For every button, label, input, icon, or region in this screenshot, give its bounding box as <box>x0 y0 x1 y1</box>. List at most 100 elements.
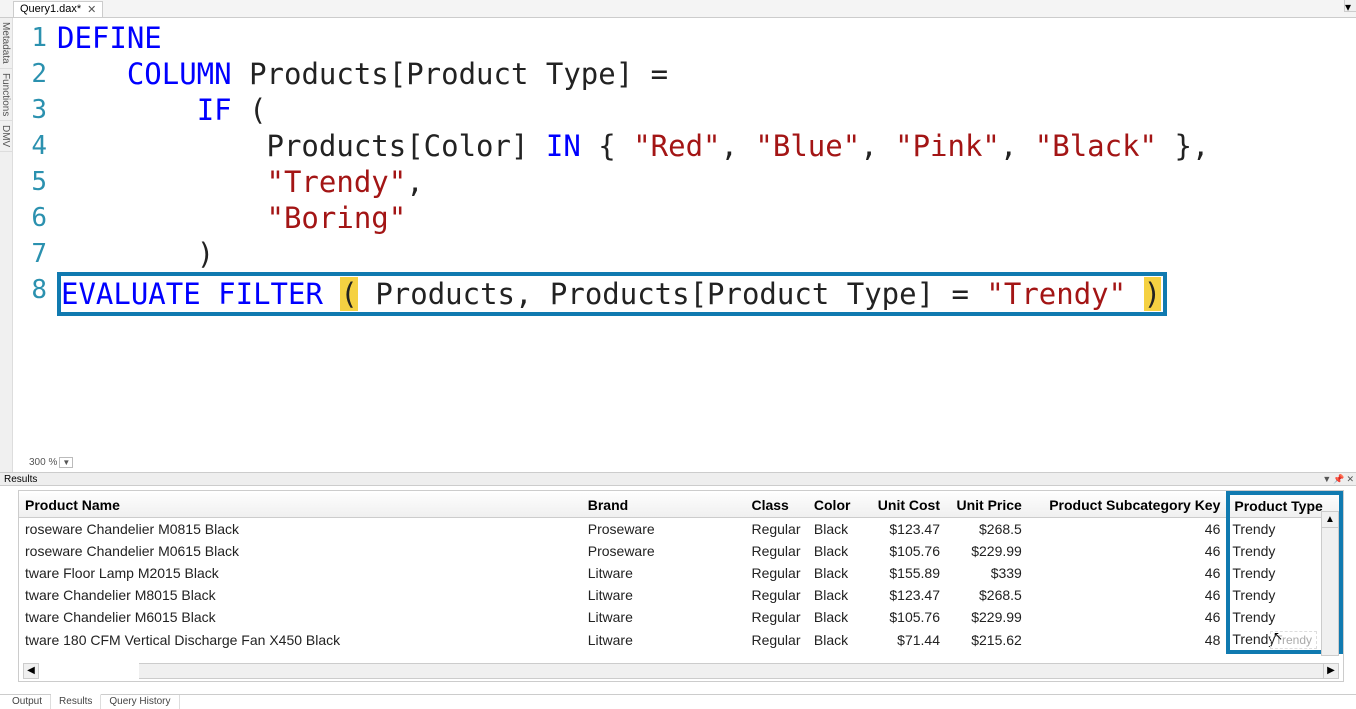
table-cell: Black <box>808 518 864 541</box>
line-number: 7 <box>17 236 57 272</box>
line-number: 8 <box>17 272 57 316</box>
table-cell: Proseware <box>582 540 746 562</box>
table-cell: Regular <box>745 540 807 562</box>
table-cell: $123.47 <box>864 518 946 541</box>
table-cell: 46 <box>1028 562 1229 584</box>
main-area: Metadata Functions DMV 1DEFINE2 COLUMN P… <box>0 18 1356 472</box>
table-cell: Litware <box>582 584 746 606</box>
line-number: 2 <box>17 56 57 92</box>
table-row[interactable]: roseware Chandelier M0815 BlackProseware… <box>19 518 1341 541</box>
results-grid-wrapper: Product NameBrandClassColorUnit CostUnit… <box>18 490 1344 682</box>
table-row[interactable]: tware Chandelier M6015 BlackLitwareRegul… <box>19 606 1341 628</box>
pin-icon[interactable]: 📌 <box>1333 474 1344 485</box>
table-cell: Litware <box>582 628 746 652</box>
line-number: 1 <box>17 20 57 56</box>
column-header[interactable]: Class <box>745 493 807 518</box>
table-cell: tware 180 CFM Vertical Discharge Fan X45… <box>19 628 582 652</box>
table-cell: $339 <box>946 562 1028 584</box>
code-line[interactable]: IF ( <box>57 92 267 128</box>
column-header[interactable]: Unit Cost <box>864 493 946 518</box>
close-icon[interactable]: ✕ <box>87 3 96 16</box>
horizontal-scrollbar[interactable]: ◀ ▶ <box>23 663 1339 679</box>
scroll-up-icon[interactable]: ▲ <box>1322 512 1338 528</box>
tab-query-history[interactable]: Query History <box>101 695 179 709</box>
sidebar-dmv[interactable]: DMV <box>0 121 12 152</box>
cursor-icon: ↖ <box>1273 629 1283 643</box>
table-cell: Black <box>808 628 864 652</box>
code-line[interactable]: "Boring" <box>57 200 406 236</box>
table-cell: tware Chandelier M6015 Black <box>19 606 582 628</box>
table-cell: Regular <box>745 628 807 652</box>
vertical-scrollbar[interactable]: ▲ <box>1321 511 1339 656</box>
sidebar-metadata[interactable]: Metadata <box>0 18 12 69</box>
column-header[interactable]: Product Name <box>19 493 582 518</box>
table-cell: $268.5 <box>946 518 1028 541</box>
table-row[interactable]: tware Floor Lamp M2015 BlackLitwareRegul… <box>19 562 1341 584</box>
table-cell: roseware Chandelier M0615 Black <box>19 540 582 562</box>
table-cell: Litware <box>582 606 746 628</box>
zoom-value: 300 % <box>29 457 57 468</box>
table-cell: $105.76 <box>864 606 946 628</box>
dropdown-icon[interactable]: ▼ <box>1322 474 1331 485</box>
sidebar-vertical: Metadata Functions DMV <box>0 18 13 472</box>
table-cell: Regular <box>745 584 807 606</box>
table-cell: 46 <box>1028 606 1229 628</box>
table-cell: $229.99 <box>946 540 1028 562</box>
results-grid[interactable]: Product NameBrandClassColorUnit CostUnit… <box>19 491 1343 654</box>
table-cell: Black <box>808 540 864 562</box>
column-header[interactable]: Brand <box>582 493 746 518</box>
results-label: Results <box>4 474 37 485</box>
results-panel-title: Results ▼ 📌 ✕ <box>0 472 1356 486</box>
table-cell: Black <box>808 562 864 584</box>
dropdown-icon[interactable]: ▾ <box>1344 0 1356 12</box>
line-number: 5 <box>17 164 57 200</box>
code-line[interactable]: Products[Color] IN { "Red", "Blue", "Pin… <box>57 128 1209 164</box>
table-cell: Black <box>808 606 864 628</box>
table-row[interactable]: tware Chandelier M8015 BlackLitwareRegul… <box>19 584 1341 606</box>
table-cell: 48 <box>1028 628 1229 652</box>
table-cell: $105.76 <box>864 540 946 562</box>
document-tabbar: Query1.dax* ✕ <box>0 0 1356 18</box>
table-cell: 46 <box>1028 518 1229 541</box>
table-cell: Black <box>808 584 864 606</box>
chevron-down-icon[interactable]: ▼ <box>59 457 73 468</box>
table-cell: Proseware <box>582 518 746 541</box>
line-number: 6 <box>17 200 57 236</box>
table-cell: $123.47 <box>864 584 946 606</box>
code-line[interactable]: ) <box>57 236 214 272</box>
code-line[interactable]: COLUMN Products[Product Type] = <box>57 56 668 92</box>
column-header[interactable]: Color <box>808 493 864 518</box>
sidebar-functions[interactable]: Functions <box>0 69 12 121</box>
scroll-track[interactable] <box>139 663 1323 679</box>
table-cell: 46 <box>1028 540 1229 562</box>
scroll-left-icon[interactable]: ◀ <box>23 663 39 679</box>
document-tab-title: Query1.dax* <box>20 3 81 15</box>
scroll-right-icon[interactable]: ▶ <box>1323 663 1339 679</box>
column-header[interactable]: Unit Price <box>946 493 1028 518</box>
bottom-tabbar: Output Results Query History <box>0 694 1356 709</box>
table-cell: roseware Chandelier M0815 Black <box>19 518 582 541</box>
table-cell: $71.44 <box>864 628 946 652</box>
code-line[interactable]: "Trendy", <box>57 164 424 200</box>
table-cell: $268.5 <box>946 584 1028 606</box>
table-cell: $215.62 <box>946 628 1028 652</box>
table-cell: $155.89 <box>864 562 946 584</box>
table-cell: Litware <box>582 562 746 584</box>
close-icon[interactable]: ✕ <box>1346 474 1354 485</box>
table-row[interactable]: tware 180 CFM Vertical Discharge Fan X45… <box>19 628 1341 652</box>
code-line[interactable]: EVALUATE FILTER ( Products, Products[Pro… <box>57 272 1167 316</box>
code-line[interactable]: DEFINE <box>57 20 162 56</box>
line-number: 4 <box>17 128 57 164</box>
table-row[interactable]: roseware Chandelier M0615 BlackProseware… <box>19 540 1341 562</box>
table-cell: tware Chandelier M8015 Black <box>19 584 582 606</box>
document-tab[interactable]: Query1.dax* ✕ <box>13 1 103 17</box>
results-panel: Product NameBrandClassColorUnit CostUnit… <box>0 486 1356 694</box>
table-cell: Regular <box>745 518 807 541</box>
tab-output[interactable]: Output <box>4 695 51 709</box>
column-header[interactable]: Product Subcategory Key <box>1028 493 1229 518</box>
table-cell: Regular <box>745 562 807 584</box>
line-number: 3 <box>17 92 57 128</box>
tab-results[interactable]: Results <box>51 694 101 709</box>
code-editor[interactable]: 1DEFINE2 COLUMN Products[Product Type] =… <box>13 18 1356 472</box>
zoom-control[interactable]: 300 % ▼ <box>29 457 73 468</box>
